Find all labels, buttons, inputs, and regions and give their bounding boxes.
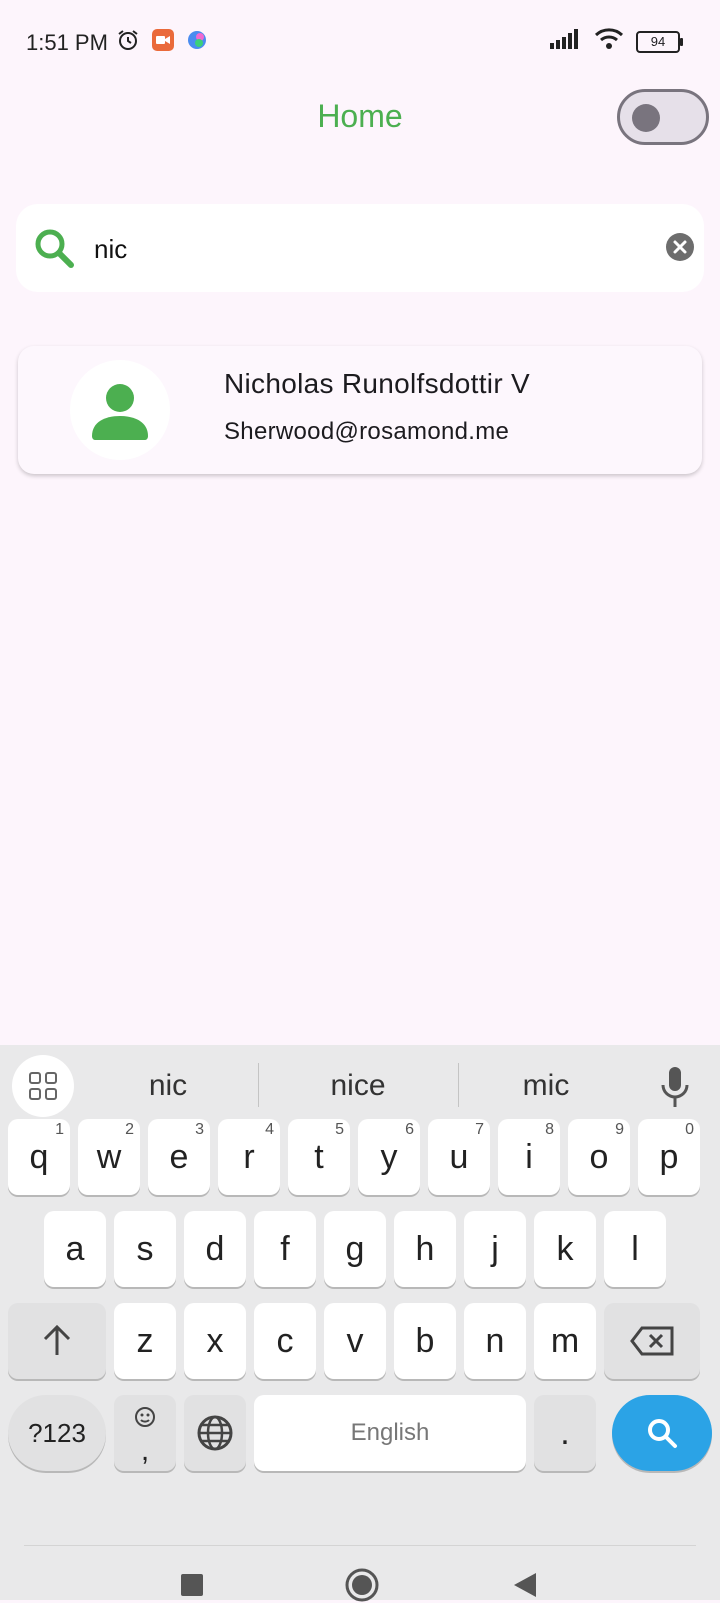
key-hint: 8 [545,1121,554,1138]
key-u[interactable]: u7 [428,1119,490,1195]
person-icon [92,384,148,440]
suggestion-2[interactable]: nice [268,1069,448,1103]
key-q[interactable]: q1 [8,1119,70,1195]
key-label: w [96,1138,122,1176]
key-d[interactable]: d [184,1211,246,1287]
key-w[interactable]: w2 [78,1119,140,1195]
video-call-icon [152,29,174,56]
wifi-icon [594,28,624,55]
key-i[interactable]: i8 [498,1119,560,1195]
key-l[interactable]: l [604,1211,666,1287]
contact-name: Nicholas Runolfsdottir V [224,368,530,399]
shift-key[interactable] [8,1303,106,1379]
key-t[interactable]: t5 [288,1119,350,1195]
backspace-icon [630,1326,674,1356]
suggestion-1[interactable]: nic [78,1069,258,1103]
theme-toggle[interactable] [617,89,709,145]
key-x[interactable]: x [184,1303,246,1379]
clear-search-button[interactable] [666,233,694,261]
page-title: Home [317,98,403,134]
key-hint: 7 [475,1121,484,1138]
back-button[interactable] [512,1571,538,1599]
contact-email: Sherwood@rosamond.me [224,418,510,445]
key-c[interactable]: c [254,1303,316,1379]
mic-icon[interactable] [660,1065,690,1109]
alarm-icon [116,28,140,57]
key-label: t [314,1138,324,1176]
key-j[interactable]: j [464,1211,526,1287]
navigation-bar [0,1545,720,1603]
backspace-key[interactable] [604,1303,700,1379]
key-hint: 3 [195,1121,204,1138]
key-b[interactable]: b [394,1303,456,1379]
key-label: y [380,1138,398,1176]
key-a[interactable]: a [44,1211,106,1287]
divider [24,1545,696,1546]
close-icon [673,240,687,254]
grid-icon [29,1072,57,1100]
status-bar: 1:51 PM 94 [0,0,720,86]
key-hint: 2 [125,1121,134,1138]
key-hint: 1 [55,1121,64,1138]
shift-icon [43,1324,71,1355]
search-icon [648,1419,677,1448]
key-hint: 5 [335,1121,344,1138]
key-label: e [169,1138,189,1176]
key-hint: 4 [265,1121,274,1138]
comma-label: , [140,1434,150,1467]
home-button[interactable] [344,1567,380,1603]
status-time: 1:51 PM [26,30,108,55]
key-label: r [243,1138,255,1176]
avatar [70,360,170,460]
key-label: q [29,1138,49,1176]
key-s[interactable]: s [114,1211,176,1287]
key-label: p [659,1138,679,1176]
language-key[interactable] [184,1395,246,1471]
key-label: o [589,1138,609,1176]
key-r[interactable]: r4 [218,1119,280,1195]
keyboard-apps-button[interactable] [12,1055,74,1117]
space-bar[interactable]: English [254,1395,526,1471]
key-y[interactable]: y6 [358,1119,420,1195]
symbols-key[interactable]: ?123 [8,1395,106,1471]
key-g[interactable]: g [324,1211,386,1287]
suggestion-3[interactable]: mic [456,1069,636,1103]
key-n[interactable]: n [464,1303,526,1379]
key-label: u [449,1138,469,1176]
key-m[interactable]: m [534,1303,596,1379]
key-o[interactable]: o9 [568,1119,630,1195]
search-icon [35,229,74,268]
keyboard: nic nice mic q1 w2 e3 r4 t5 y6 u7 i8 o9 … [0,1045,720,1603]
key-v[interactable]: v [324,1303,386,1379]
key-hint: 0 [685,1121,694,1138]
key-p[interactable]: p0 [638,1119,700,1195]
emoji-comma-key[interactable]: , [114,1395,176,1471]
status-icons-right: 94 [550,28,683,55]
search-action-key[interactable] [612,1395,712,1471]
status-icons-left [116,28,208,57]
search-box[interactable] [16,204,704,292]
key-k[interactable]: k [534,1211,596,1287]
battery-icon: 94 [636,30,683,53]
key-e[interactable]: e3 [148,1119,210,1195]
signal-icon [550,29,582,54]
key-f[interactable]: f [254,1211,316,1287]
key-hint: 9 [615,1121,624,1138]
key-z[interactable]: z [114,1303,176,1379]
search-input[interactable] [92,228,656,270]
key-hint: 6 [405,1121,414,1138]
key-h[interactable]: h [394,1211,456,1287]
globe-icon [197,1415,233,1451]
toggle-thumb [632,104,660,132]
recents-button[interactable] [180,1573,204,1597]
divider [258,1063,259,1107]
key-label: i [525,1138,533,1176]
contact-card[interactable]: Nicholas Runolfsdottir V Sherwood@rosamo… [18,346,702,474]
period-key[interactable]: . [534,1395,596,1471]
assistant-icon [186,29,208,56]
